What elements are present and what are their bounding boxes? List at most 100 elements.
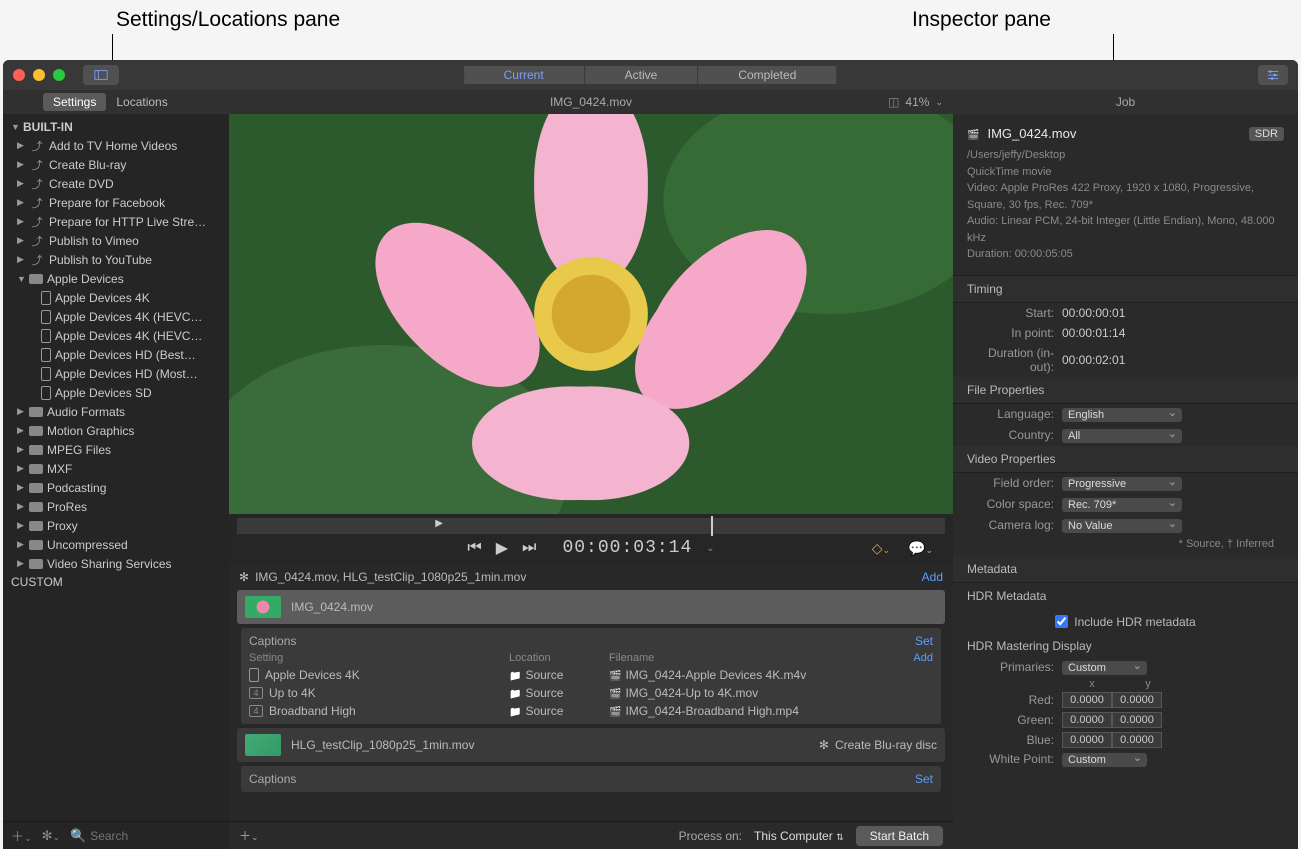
sidebar-item[interactable]: Video Sharing Services xyxy=(3,554,229,573)
camera-log-select[interactable]: No Value xyxy=(1062,519,1182,533)
next-button[interactable]: ⏭ xyxy=(522,539,536,557)
timecode-menu[interactable]: ⌄ xyxy=(706,543,714,554)
field-order-select[interactable]: Progressive xyxy=(1062,477,1182,491)
blue-x-input[interactable] xyxy=(1062,732,1112,748)
sidebar-item[interactable]: Apple Devices 4K (HEVC… xyxy=(3,326,229,345)
sidebar-item[interactable]: MPEG Files xyxy=(3,440,229,459)
color-space-select[interactable]: Rec. 709* xyxy=(1062,498,1182,512)
hdr-filename: Filename xyxy=(609,652,913,664)
start-batch-button[interactable]: Start Batch xyxy=(856,826,943,846)
sidebar-item[interactable]: Apple Devices SD xyxy=(3,383,229,402)
preset-icon xyxy=(29,445,43,455)
share-icon xyxy=(29,253,45,267)
prev-button[interactable]: ⏮ xyxy=(467,539,481,557)
scrubber[interactable]: ▶ xyxy=(237,518,945,534)
search-box[interactable]: 🔍 xyxy=(70,828,221,844)
timecode-display[interactable]: 00:00:03:14 xyxy=(562,538,692,558)
green-x-input[interactable] xyxy=(1062,712,1112,728)
custom-group[interactable]: CUSTOM xyxy=(3,573,229,591)
compare-icon[interactable]: ◫ xyxy=(888,95,899,109)
preset-icon xyxy=(29,407,43,417)
preview-viewer[interactable] xyxy=(229,114,953,514)
settings-tab[interactable]: Settings xyxy=(43,93,106,111)
device-icon xyxy=(41,367,51,381)
job-row-1[interactable]: IMG_0424.mov xyxy=(237,590,945,624)
play-button[interactable]: ▶ xyxy=(496,538,508,558)
settings-add-button[interactable]: Add xyxy=(913,652,933,664)
sidebar-item[interactable]: Publish to YouTube xyxy=(3,250,229,269)
inspector-toggle-button[interactable] xyxy=(1258,65,1288,85)
batch-add-button[interactable]: ＋⌄ xyxy=(239,827,259,844)
sidebar-item[interactable]: Motion Graphics xyxy=(3,421,229,440)
captions-set-button[interactable]: Set xyxy=(915,772,933,786)
red-y-input[interactable] xyxy=(1112,692,1162,708)
tab-current[interactable]: Current xyxy=(464,66,585,84)
include-hdr-checkbox[interactable] xyxy=(1055,615,1068,628)
add-button[interactable]: ＋⌄ xyxy=(11,826,32,845)
sidebar-item[interactable]: Create DVD xyxy=(3,174,229,193)
sidebar-item[interactable]: Podcasting xyxy=(3,478,229,497)
share-icon xyxy=(29,177,45,191)
sidebar-item[interactable]: Apple Devices HD (Most… xyxy=(3,364,229,383)
timing-header: Timing xyxy=(953,276,1298,303)
chat-button[interactable]: 💬⌄ xyxy=(908,540,933,557)
sidebar-item[interactable]: Apple Devices 4K (HEVC… xyxy=(3,307,229,326)
sdr-badge: SDR xyxy=(1249,127,1284,141)
tab-active[interactable]: Active xyxy=(585,66,699,84)
sidebar-item[interactable]: MXF xyxy=(3,459,229,478)
sidebar-item[interactable]: ProRes xyxy=(3,497,229,516)
sidebar-item[interactable]: Create Blu-ray xyxy=(3,155,229,174)
share-icon xyxy=(29,215,45,229)
green-y-input[interactable] xyxy=(1112,712,1162,728)
label: Red: xyxy=(967,693,1062,707)
marker-button[interactable]: ◇⌄ xyxy=(872,540,890,557)
sidebar-item[interactable]: Publish to Vimeo xyxy=(3,231,229,250)
view-segmented-control: Current Active Completed xyxy=(464,66,838,84)
locations-tab[interactable]: Locations xyxy=(106,93,177,111)
zoom-level[interactable]: 41% xyxy=(905,95,929,109)
country-select[interactable]: All xyxy=(1062,429,1182,443)
batch-add-button[interactable]: Add xyxy=(922,570,943,584)
red-x-input[interactable] xyxy=(1062,692,1112,708)
batch-gear-icon[interactable]: ✻ xyxy=(239,570,249,584)
chevron-down-icon[interactable]: ⌄ xyxy=(935,97,943,108)
process-on-select[interactable]: This Computer ⇅ xyxy=(754,829,844,843)
label: Primaries: xyxy=(967,660,1062,674)
builtin-group[interactable]: BUILT-IN xyxy=(3,118,229,136)
white-point-select[interactable]: Custom xyxy=(1062,753,1147,767)
timing-duration: 00:00:02:01 xyxy=(1062,353,1284,367)
blue-y-input[interactable] xyxy=(1112,732,1162,748)
language-select[interactable]: English xyxy=(1062,408,1182,422)
captions-set-button[interactable]: Set xyxy=(915,634,933,648)
search-input[interactable] xyxy=(90,829,221,843)
preset-icon xyxy=(29,483,43,493)
primaries-select[interactable]: Custom xyxy=(1062,661,1147,675)
sidebar-item[interactable]: Uncompressed xyxy=(3,535,229,554)
hdr-setting: Setting xyxy=(249,652,509,664)
output-row[interactable]: 4Up to 4KSourceIMG_0424-Up to 4K.mov xyxy=(249,684,933,702)
sidebar-item[interactable]: Proxy xyxy=(3,516,229,535)
sidebar-toggle-button[interactable] xyxy=(83,65,119,85)
share-icon xyxy=(29,196,45,210)
output-row[interactable]: Apple Devices 4KSourceIMG_0424-Apple Dev… xyxy=(249,666,933,684)
playhead[interactable] xyxy=(711,516,713,536)
job-row-2[interactable]: HLG_testClip_1080p25_1min.mov ✻Create Bl… xyxy=(237,728,945,762)
action-button[interactable]: ✻⌄ xyxy=(42,828,60,844)
sidebar-item[interactable]: Prepare for HTTP Live Stre… xyxy=(3,212,229,231)
close-window-button[interactable] xyxy=(13,69,25,81)
minimize-window-button[interactable] xyxy=(33,69,45,81)
sidebar-item[interactable]: Apple Devices HD (Best… xyxy=(3,345,229,364)
tab-completed[interactable]: Completed xyxy=(698,66,837,84)
sidebar-item-apple-devices[interactable]: Apple Devices xyxy=(3,269,229,288)
sidebar-item[interactable]: Audio Formats xyxy=(3,402,229,421)
output-row[interactable]: 4Broadband HighSourceIMG_0424-Broadband … xyxy=(249,702,933,720)
captions-label: Captions xyxy=(249,772,509,786)
zoom-window-button[interactable] xyxy=(53,69,65,81)
share-icon xyxy=(29,158,45,172)
in-point-marker[interactable]: ▶ xyxy=(435,518,443,534)
sidebar-item[interactable]: Apple Devices 4K xyxy=(3,288,229,307)
sidebar-item[interactable]: Add to TV Home Videos xyxy=(3,136,229,155)
sidebar-item[interactable]: Prepare for Facebook xyxy=(3,193,229,212)
preview-filename: IMG_0424.mov xyxy=(550,95,632,109)
timing-start: 00:00:00:01 xyxy=(1062,306,1284,320)
